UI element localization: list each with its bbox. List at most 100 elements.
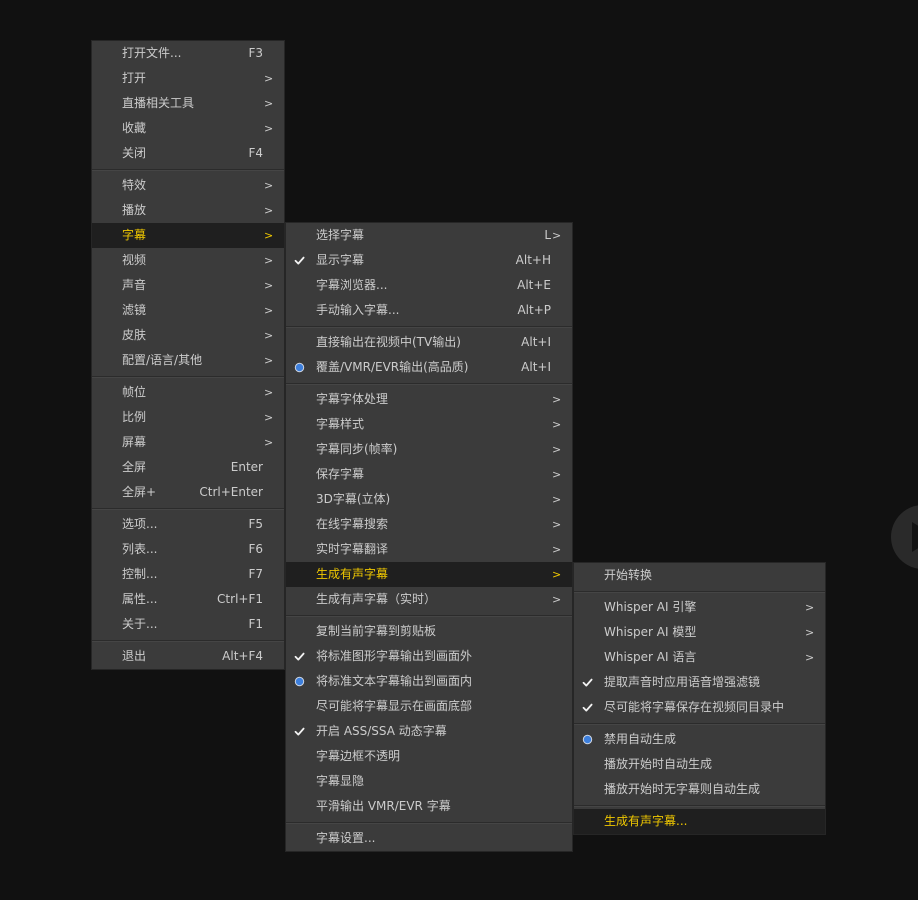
menu-item-fullscreen-plus[interactable]: 全屏+ Ctrl+Enter	[92, 480, 284, 505]
shortcut-label: Ctrl+Enter	[199, 485, 263, 499]
menu-item-overlay-vmr-evr-output[interactable]: 覆盖/VMR/EVR输出(高品质) Alt+I	[286, 355, 572, 380]
menu-item-subtitles[interactable]: 字幕 >	[92, 223, 284, 248]
menu-item-favorites[interactable]: 收藏 >	[92, 116, 284, 141]
menu-item-label: 打开文件...	[122, 46, 182, 60]
menu-item-label: 比例	[122, 410, 147, 424]
menu-item-label: 字幕浏览器...	[316, 278, 388, 292]
menu-item-skins[interactable]: 皮肤 >	[92, 323, 284, 348]
menu-item-label: 将标准图形字幕输出到画面外	[316, 649, 473, 663]
menu-item-show-subtitles[interactable]: 显示字幕 Alt+H	[286, 248, 572, 273]
menu-item-open-file[interactable]: 打开文件... F3	[92, 41, 284, 66]
menu-item-label: 退出	[122, 649, 147, 663]
menu-item-audio[interactable]: 声音 >	[92, 273, 284, 298]
menu-item-output-in-video-tv[interactable]: 直接输出在视频中(TV输出) Alt+I	[286, 330, 572, 355]
submenu-arrow-icon: >	[552, 468, 562, 481]
menu-item-smooth-vmr-evr-subtitles[interactable]: 平滑输出 VMR/EVR 字幕	[286, 794, 572, 819]
menu-item-generate-audio-subtitles-realtime[interactable]: 生成有声字幕（实时） >	[286, 587, 572, 612]
menu-item-label: 字幕设置...	[316, 831, 376, 845]
submenu-arrow-icon: >	[552, 229, 562, 242]
menu-item-opaque-subtitle-border[interactable]: 字幕边框不透明	[286, 744, 572, 769]
menu-item-label: 手动输入字幕...	[316, 303, 400, 317]
check-icon	[294, 255, 305, 266]
menu-item-subtitle-explorer[interactable]: 字幕浏览器... Alt+E	[286, 273, 572, 298]
menu-item-auto-generate-if-no-subtitle[interactable]: 播放开始时无字幕则自动生成	[574, 777, 825, 802]
menu-item-generate-audio-subtitles-dialog[interactable]: 生成有声字幕...	[574, 809, 825, 834]
menu-item-label: Whisper AI 引擎	[604, 600, 697, 614]
menu-item-exit[interactable]: 退出 Alt+F4	[92, 644, 284, 669]
menu-item-ass-ssa-animation[interactable]: 开启 ASS/SSA 动态字幕	[286, 719, 572, 744]
menu-item-toggle-subtitle-visibility[interactable]: 字幕显隐	[286, 769, 572, 794]
menu-item-online-subtitle-search[interactable]: 在线字幕搜索 >	[286, 512, 572, 537]
shortcut-label: F5	[248, 517, 263, 531]
menu-item-generate-audio-subtitles[interactable]: 生成有声字幕 >	[286, 562, 572, 587]
menu-item-label: 字幕	[122, 228, 147, 242]
menu-item-subtitle-settings[interactable]: 字幕设置...	[286, 826, 572, 851]
menu-item-label: 在线字幕搜索	[316, 517, 389, 531]
menu-separator	[286, 612, 572, 619]
menu-item-video[interactable]: 视频 >	[92, 248, 284, 273]
menu-item-text-subtitles-inside-frame[interactable]: 将标准文本字幕输出到画面内	[286, 669, 572, 694]
menu-item-3d-subtitle[interactable]: 3D字幕(立体) >	[286, 487, 572, 512]
check-icon	[294, 651, 305, 662]
menu-separator	[92, 166, 284, 173]
menu-item-playlist[interactable]: 列表... F6	[92, 537, 284, 562]
menu-item-disable-auto-generate[interactable]: 禁用自动生成	[574, 727, 825, 752]
menu-item-subtitle-sync[interactable]: 字幕同步(帧率) >	[286, 437, 572, 462]
menu-item-label: 打开	[122, 71, 147, 85]
menu-item-screen[interactable]: 屏幕 >	[92, 430, 284, 455]
submenu-arrow-icon: >	[805, 601, 815, 614]
play-button-overlay[interactable]	[890, 504, 918, 570]
menu-item-label: 提取声音时应用语音增强滤镜	[604, 675, 761, 689]
menu-item-properties[interactable]: 属性... Ctrl+F1	[92, 587, 284, 612]
menu-item-label: 将标准文本字幕输出到画面内	[316, 674, 473, 688]
menu-item-effects[interactable]: 特效 >	[92, 173, 284, 198]
menu-item-about[interactable]: 关于... F1	[92, 612, 284, 637]
menu-item-whisper-engine[interactable]: Whisper AI 引擎 >	[574, 595, 825, 620]
menu-item-fullscreen[interactable]: 全屏 Enter	[92, 455, 284, 480]
menu-item-copy-subtitle-to-clipboard[interactable]: 复制当前字幕到剪贴板	[286, 619, 572, 644]
menu-separator	[574, 588, 825, 595]
menu-item-playback[interactable]: 播放 >	[92, 198, 284, 223]
menu-item-label: Whisper AI 模型	[604, 625, 697, 639]
menu-item-label: 滤镜	[122, 303, 147, 317]
menu-item-close[interactable]: 关闭 F4	[92, 141, 284, 166]
shortcut-label: F3	[248, 46, 263, 60]
submenu-subtitles: 选择字幕 L > 显示字幕 Alt+H 字幕浏览器... Alt+E 手动输入字幕...…	[285, 222, 573, 852]
menu-item-select-subtitle[interactable]: 选择字幕 L >	[286, 223, 572, 248]
menu-item-image-subtitles-outside-frame[interactable]: 将标准图形字幕输出到画面外	[286, 644, 572, 669]
menu-item-save-subtitle[interactable]: 保存字幕 >	[286, 462, 572, 487]
menu-item-subtitles-at-bottom[interactable]: 尽可能将字幕显示在画面底部	[286, 694, 572, 719]
menu-item-open[interactable]: 打开 >	[92, 66, 284, 91]
menu-item-save-in-video-folder[interactable]: 尽可能将字幕保存在视频同目录中	[574, 695, 825, 720]
shortcut-label: Alt+E	[517, 278, 551, 292]
menu-item-control[interactable]: 控制... F7	[92, 562, 284, 587]
menu-item-options[interactable]: 选项... F5	[92, 512, 284, 537]
menu-item-label: 皮肤	[122, 328, 147, 342]
submenu-arrow-icon: >	[264, 354, 274, 367]
menu-item-aspect-ratio[interactable]: 比例 >	[92, 405, 284, 430]
menu-separator	[286, 819, 572, 826]
menu-item-filters[interactable]: 滤镜 >	[92, 298, 284, 323]
menu-item-auto-generate-on-play[interactable]: 播放开始时自动生成	[574, 752, 825, 777]
menu-item-live-stream-tools[interactable]: 直播相关工具 >	[92, 91, 284, 116]
menu-item-label: 生成有声字幕	[316, 567, 389, 581]
menu-item-label: 3D字幕(立体)	[316, 492, 391, 506]
menu-item-whisper-language[interactable]: Whisper AI 语言 >	[574, 645, 825, 670]
menu-item-label: 视频	[122, 253, 147, 267]
shortcut-label: Ctrl+F1	[217, 592, 263, 606]
menu-item-realtime-subtitle-translation[interactable]: 实时字幕翻译 >	[286, 537, 572, 562]
menu-item-start-conversion[interactable]: 开始转换	[574, 563, 825, 588]
menu-item-manual-subtitle-input[interactable]: 手动输入字幕... Alt+P	[286, 298, 572, 323]
shortcut-label: F1	[248, 617, 263, 631]
check-icon	[582, 702, 593, 713]
menu-item-whisper-model[interactable]: Whisper AI 模型 >	[574, 620, 825, 645]
menu-item-label: 实时字幕翻译	[316, 542, 389, 556]
menu-item-voice-enhance-filter[interactable]: 提取声音时应用语音增强滤镜	[574, 670, 825, 695]
menu-item-subtitle-style[interactable]: 字幕样式 >	[286, 412, 572, 437]
menu-item-config-language-other[interactable]: 配置/语言/其他 >	[92, 348, 284, 373]
submenu-arrow-icon: >	[264, 329, 274, 342]
menu-item-frame-position[interactable]: 帧位 >	[92, 380, 284, 405]
menu-item-label: 显示字幕	[316, 253, 365, 267]
menu-item-subtitle-font-processing[interactable]: 字幕字体处理 >	[286, 387, 572, 412]
radio-dot-icon	[294, 676, 305, 687]
